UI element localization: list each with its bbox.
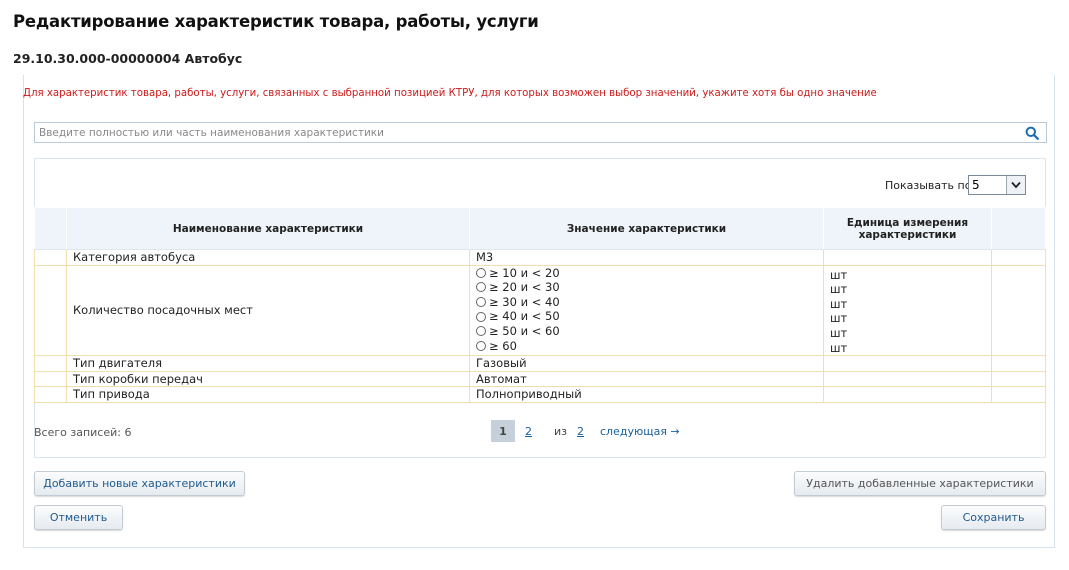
characteristic-value-options: ≥ 10 и < 20 ≥ 20 и < 30 ≥ 30 и < 40 ≥ 40… (469, 265, 824, 357)
characteristic-unit (823, 355, 992, 372)
value-option[interactable]: ≥ 30 и < 40 (476, 295, 817, 310)
total-records: Всего записей: 6 (34, 426, 132, 439)
page-link-2[interactable]: 2 (525, 425, 532, 438)
option-unit: шт (830, 296, 848, 311)
search-box (34, 122, 1047, 143)
characteristics-table: Наименование характеристики Значение хар… (34, 207, 1046, 403)
option-label: ≥ 10 и < 20 (489, 265, 560, 280)
characteristic-value: Полноприводный (469, 386, 824, 403)
characteristic-name: Тип двигателя (66, 355, 470, 372)
table-row: Тип привода Полноприводный (34, 386, 1046, 403)
table-row: Категория автобуса M3 (34, 249, 1046, 266)
characteristic-unit (823, 371, 992, 388)
option-unit: шт (830, 340, 848, 355)
table-row: Тип двигателя Газовый (34, 355, 1046, 372)
page-size-value: 5 (972, 178, 980, 192)
ktru-position-title: 29.10.30.000-00000004 Автобус (13, 51, 243, 66)
add-characteristics-button[interactable]: Добавить новые характеристики (34, 471, 245, 496)
column-header-unit: Единица измерения характеристики (823, 207, 992, 250)
next-page-link[interactable]: следующая → (600, 425, 680, 438)
value-option[interactable]: ≥ 50 и < 60 (476, 324, 817, 339)
table-row: Количество посадочных мест ≥ 10 и < 20 ≥… (34, 265, 1046, 357)
chevron-down-icon[interactable] (1006, 176, 1025, 194)
option-label: ≥ 50 и < 60 (489, 323, 560, 338)
value-option[interactable]: ≥ 40 и < 50 (476, 309, 817, 324)
radio-button[interactable] (476, 340, 486, 351)
option-label: ≥ 60 (489, 338, 517, 353)
characteristic-name: Категория автобуса (66, 249, 470, 266)
delete-added-characteristics-button[interactable]: Удалить добавленные характеристики (794, 471, 1046, 496)
radio-button[interactable] (476, 326, 486, 337)
characteristic-value: Автомат (469, 371, 824, 388)
characteristic-name: Тип привода (66, 386, 470, 403)
radio-button[interactable] (476, 311, 486, 322)
value-option[interactable]: ≥ 60 (476, 339, 817, 354)
pagination: 1 2 из 2 следующая → (491, 420, 680, 442)
column-header-value: Значение характеристики (469, 207, 824, 250)
characteristic-unit (823, 386, 992, 403)
search-input[interactable] (39, 124, 1009, 141)
option-label: ≥ 30 и < 40 (489, 294, 560, 309)
column-header-name: Наименование характеристики (66, 207, 470, 250)
radio-button[interactable] (476, 267, 486, 278)
option-label: ≥ 20 и < 30 (489, 280, 560, 295)
table-header-row: Наименование характеристики Значение хар… (34, 207, 1046, 250)
option-unit: шт (830, 325, 848, 340)
value-option[interactable]: ≥ 20 и < 30 (476, 280, 817, 295)
page-current: 1 (491, 420, 515, 442)
characteristic-name: Количество посадочных мест (66, 265, 470, 357)
characteristic-value: Газовый (469, 355, 824, 372)
notice-text: Для характеристик товара, работы, услуги… (23, 88, 877, 99)
radio-button[interactable] (476, 282, 486, 293)
radio-button[interactable] (476, 297, 486, 308)
page-link-last[interactable]: 2 (577, 425, 584, 438)
page-title: Редактирование характеристик товара, раб… (13, 12, 539, 31)
pager-of-label: из (554, 424, 567, 438)
option-unit: шт (830, 282, 848, 297)
option-label: ≥ 40 и < 50 (489, 309, 560, 324)
characteristic-name: Тип коробки передач (66, 371, 470, 388)
option-unit: шт (830, 267, 848, 282)
header-select-column (34, 207, 67, 250)
page-size-label: Показывать по (885, 179, 972, 192)
table-row: Тип коробки передач Автомат (34, 371, 1046, 388)
value-option[interactable]: ≥ 10 и < 20 (476, 266, 817, 281)
characteristic-unit-options: шт шт шт шт шт шт (823, 265, 992, 357)
page-size-select[interactable]: 5 (968, 175, 1026, 195)
option-unit: шт (830, 311, 848, 326)
characteristic-value: M3 (469, 249, 824, 266)
save-button[interactable]: Сохранить (941, 505, 1046, 530)
header-actions-column (991, 207, 1046, 250)
search-icon (1025, 126, 1039, 140)
search-button[interactable] (1023, 124, 1041, 141)
characteristic-unit (823, 249, 992, 266)
cancel-button[interactable]: Отменить (34, 505, 123, 530)
